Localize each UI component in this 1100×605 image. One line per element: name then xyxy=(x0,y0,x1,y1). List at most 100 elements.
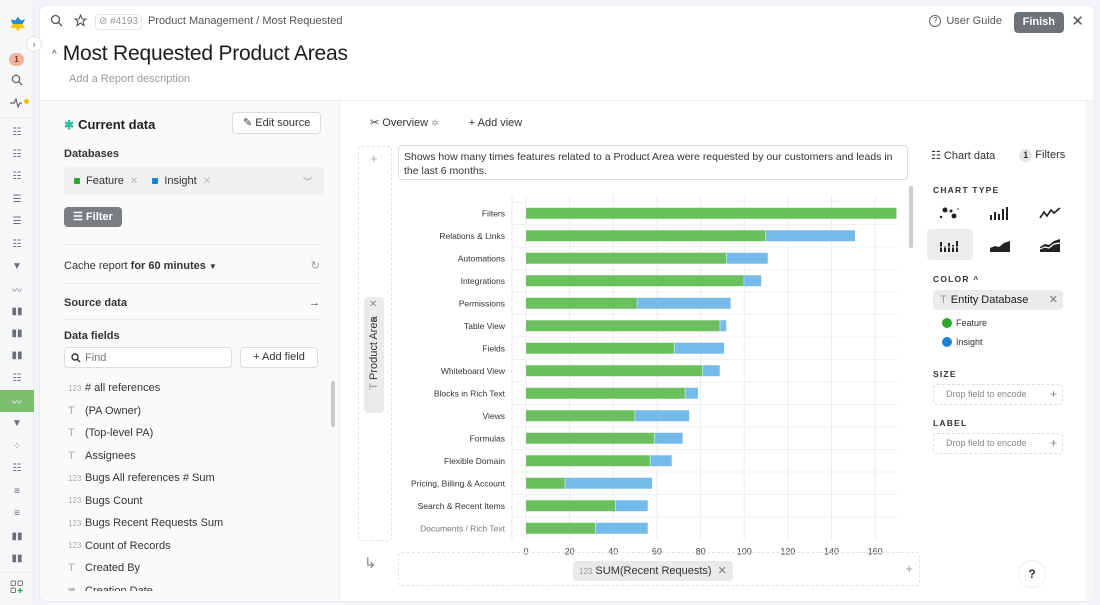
list-icon[interactable]: ☰ xyxy=(0,188,34,210)
color-field-pill[interactable]: T Entity Database ✕ xyxy=(933,290,1063,310)
activity-icon[interactable] xyxy=(0,92,34,114)
table-icon[interactable]: ☷ xyxy=(0,367,34,389)
bar-chart-icon[interactable]: ▮▮ xyxy=(0,547,34,569)
bar-chart-icon[interactable]: ▮▮ xyxy=(0,525,34,547)
line-chart-icon[interactable]: 〰 xyxy=(0,278,34,300)
field-item[interactable]: 123 # all references xyxy=(68,377,318,400)
gantt-icon[interactable]: ≡ xyxy=(0,480,34,502)
edit-source-button[interactable]: ✎ Edit source xyxy=(232,112,322,134)
search-icon[interactable] xyxy=(50,14,63,30)
remove-insight-icon[interactable]: ✕ xyxy=(203,176,211,187)
add-app-icon[interactable] xyxy=(0,576,34,598)
app-logo[interactable] xyxy=(9,15,27,33)
remove-field-icon[interactable]: ✕ xyxy=(718,565,727,577)
bar-chart-icon[interactable]: ▮▮ xyxy=(0,322,34,344)
add-field-button[interactable]: + Add field xyxy=(240,347,318,368)
chart-description-input[interactable]: Shows how many times features related to… xyxy=(398,145,908,180)
table-icon[interactable]: ☷ xyxy=(0,233,34,255)
find-field-input[interactable] xyxy=(64,347,232,368)
remove-field-icon[interactable]: ✕ xyxy=(1049,290,1058,310)
bar-chart-icon[interactable]: ▮▮ xyxy=(0,300,34,322)
add-view-button[interactable]: + Add view xyxy=(469,117,523,129)
field-item[interactable]: T (Top-level PA) xyxy=(68,422,318,445)
bar-segment-feature xyxy=(526,432,655,444)
field-item[interactable]: ▦ Creation Date xyxy=(68,580,318,591)
chevron-down-icon[interactable]: ﹀ xyxy=(303,175,312,188)
databases-select[interactable]: Feature ✕ Insight ✕ ﹀ xyxy=(64,167,324,195)
legend-item-insight[interactable]: Insight xyxy=(942,337,983,347)
scatter-icon[interactable]: ⁘ xyxy=(0,435,34,457)
chart-type-area[interactable] xyxy=(977,229,1023,260)
line-chart-icon xyxy=(1039,206,1061,218)
y-category-label: Automations xyxy=(458,253,505,263)
breadcrumb[interactable]: Product Management / Most Requested xyxy=(148,15,342,27)
gear-icon[interactable]: ✲ xyxy=(431,118,439,128)
field-item[interactable]: T Created By xyxy=(68,557,318,580)
funnel-icon[interactable]: ▼ xyxy=(0,255,34,277)
gantt-icon[interactable]: ≡ xyxy=(0,502,34,524)
size-dropzone[interactable]: Drop field to encode + xyxy=(933,384,1063,405)
y-axis-field-pill[interactable]: ✕ ◢ T Product Area xyxy=(364,297,384,413)
close-icon[interactable]: ✕ xyxy=(1071,12,1084,30)
plus-icon[interactable]: + xyxy=(1050,434,1057,453)
table-icon[interactable]: ☷ xyxy=(0,165,34,187)
source-data-link[interactable]: Source data → xyxy=(64,297,320,309)
plus-icon[interactable]: + xyxy=(1050,385,1057,404)
table-icon[interactable]: ☷ xyxy=(0,121,34,143)
color-heading[interactable]: COLOR ^ xyxy=(933,274,979,284)
expand-sidebar-button[interactable]: › xyxy=(26,36,42,52)
x-axis-dropzone[interactable]: 123 SUM(Recent Requests) ✕ + xyxy=(398,552,920,586)
chart-type-line[interactable] xyxy=(1027,197,1073,228)
chart-data-tab[interactable]: ☷ Chart data xyxy=(931,149,995,162)
filter-button[interactable]: ☰ Filter xyxy=(64,207,122,227)
field-item[interactable]: 123 Bugs Count xyxy=(68,490,318,513)
bar-segment-feature xyxy=(526,365,703,377)
field-item[interactable]: 123 Bugs All references # Sum xyxy=(68,467,318,490)
chart-type-bar[interactable] xyxy=(977,197,1023,228)
filters-tab[interactable]: 1 Filters xyxy=(1019,149,1065,162)
field-item[interactable]: T Assignees xyxy=(68,445,318,468)
search-icon xyxy=(71,352,81,362)
find-input[interactable] xyxy=(85,351,225,364)
list-icon[interactable]: ☰ xyxy=(0,210,34,232)
search-icon[interactable] xyxy=(0,69,34,91)
finish-button[interactable]: Finish xyxy=(1013,12,1064,33)
line-chart-icon-active[interactable]: 〰 xyxy=(0,390,34,412)
fields-scrollbar[interactable] xyxy=(331,381,335,427)
field-item[interactable]: 123 Bugs Recent Requests Sum xyxy=(68,512,318,535)
legend-item-feature[interactable]: Feature xyxy=(942,318,987,328)
field-item[interactable]: T (PA Owner) xyxy=(68,400,318,423)
user-guide-link[interactable]: ? User Guide xyxy=(929,15,1002,27)
bar-segment-feature xyxy=(526,297,637,309)
y-axis-dropzone[interactable]: + ✕ ◢ T Product Area xyxy=(358,146,392,541)
cache-report-dropdown[interactable]: Cache report for 60 minutes ▼ xyxy=(64,260,217,272)
data-fields-label: Data fields xyxy=(64,330,120,342)
funnel-icon[interactable]: ▼ xyxy=(0,412,34,434)
chart-type-stacked-area[interactable] xyxy=(1027,229,1073,260)
list-icon: ☷ xyxy=(931,150,944,162)
plus-icon[interactable]: + xyxy=(905,561,913,576)
refresh-icon[interactable]: ↻ xyxy=(311,259,320,272)
chart-scrollbar[interactable] xyxy=(909,186,913,248)
chart-type-scatter[interactable] xyxy=(927,197,973,228)
star-icon[interactable] xyxy=(73,13,88,30)
notification-badge[interactable]: 1 xyxy=(9,53,24,66)
help-button[interactable]: ? xyxy=(1018,560,1046,588)
table-icon[interactable]: ☷ xyxy=(0,143,34,165)
plus-icon[interactable]: + xyxy=(370,151,378,166)
feature-color-swatch xyxy=(74,178,80,184)
swap-axes-icon[interactable]: ↳ xyxy=(364,554,377,572)
report-description-input[interactable]: Add a Report description xyxy=(69,73,190,85)
table-icon[interactable]: ☷ xyxy=(0,457,34,479)
x-axis-field-pill[interactable]: 123 SUM(Recent Requests) ✕ xyxy=(573,561,733,581)
collapse-caret-icon[interactable]: ^ xyxy=(52,49,57,60)
page-title[interactable]: Most Requested Product Areas xyxy=(63,42,348,66)
bar-chart-icon[interactable]: ▮▮ xyxy=(0,344,34,366)
label-dropzone[interactable]: Drop field to encode + xyxy=(933,433,1063,454)
remove-feature-icon[interactable]: ✕ xyxy=(130,176,138,187)
view-tabs: ✂ Overview ✲ + Add view xyxy=(370,116,523,130)
field-item[interactable]: 123 Count of Records xyxy=(68,535,318,558)
chart-type-stacked-bar[interactable] xyxy=(927,229,973,260)
tab-overview[interactable]: ✂ Overview ✲ xyxy=(370,116,439,129)
record-id-pill[interactable]: ⊘ #4193 xyxy=(95,14,142,30)
